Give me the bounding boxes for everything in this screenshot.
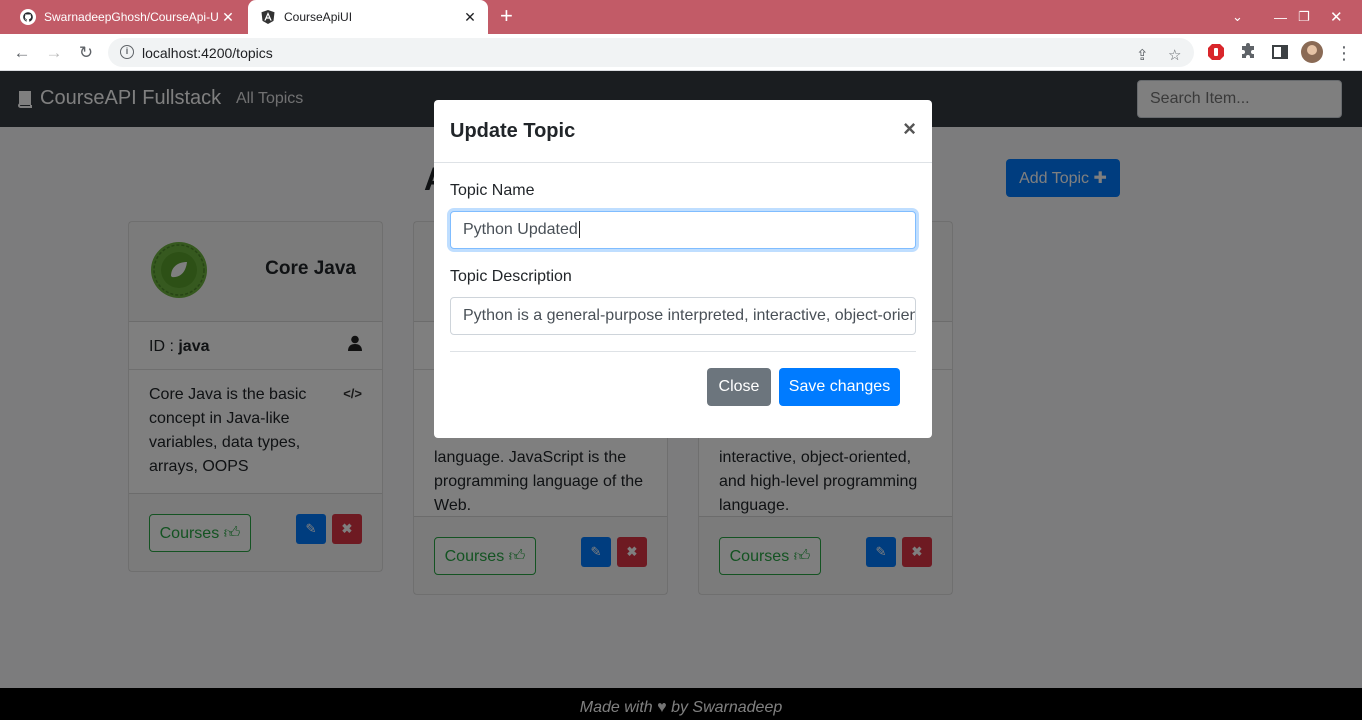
topic-name-value: Python Updated	[463, 221, 578, 238]
address-bar: ← → ↻ i localhost:4200/topics ⇪ ☆ ⋮	[0, 34, 1362, 71]
update-topic-modal: Update Topic × Topic Name Python Updated…	[434, 100, 932, 438]
new-tab-icon[interactable]: +	[500, 5, 513, 27]
modal-title: Update Topic	[450, 120, 576, 142]
profile-avatar[interactable]	[1301, 41, 1323, 63]
url-field[interactable]: i localhost:4200/topics ⇪ ☆	[108, 38, 1194, 67]
close-tab-icon[interactable]: ✕	[460, 9, 480, 26]
back-icon[interactable]: ←	[11, 42, 33, 64]
github-icon	[20, 9, 36, 25]
tab-title: CourseApiUI	[284, 10, 353, 24]
share-icon[interactable]: ⇪	[1136, 46, 1149, 64]
tab-search-icon[interactable]: ⌄	[1232, 0, 1243, 34]
site-info-icon[interactable]: i	[120, 45, 134, 59]
modal-close-icon[interactable]: ×	[903, 118, 916, 140]
url-text: localhost:4200/topics	[142, 45, 273, 61]
browser-tabbar: SwarnadeepGhosh/CourseApi-UI ✕ CourseApi…	[0, 0, 1362, 34]
extensions-puzzle-icon[interactable]	[1238, 42, 1258, 62]
side-panel-icon[interactable]	[1270, 42, 1290, 62]
topic-name-input[interactable]: Python Updated	[450, 211, 916, 249]
browser-menu-icon[interactable]: ⋮	[1333, 42, 1355, 64]
topic-description-value: Python is a general-purpose interpreted,…	[463, 307, 916, 324]
bookmark-star-icon[interactable]: ☆	[1168, 46, 1181, 64]
close-window-icon[interactable]: ✕	[1330, 0, 1343, 34]
topic-name-label: Topic Name	[450, 182, 535, 199]
text-cursor	[578, 221, 580, 238]
topic-description-label: Topic Description	[450, 268, 572, 285]
reload-icon[interactable]: ↻	[75, 42, 97, 64]
adblock-extension-icon[interactable]	[1206, 42, 1226, 62]
modal-header: Update Topic ×	[434, 100, 932, 163]
save-changes-button[interactable]: Save changes	[779, 368, 900, 406]
restore-icon[interactable]: ❐	[1298, 0, 1310, 34]
tab-title: SwarnadeepGhosh/CourseApi-UI	[44, 10, 218, 24]
browser-tab-courseapiui[interactable]: CourseApiUI ✕	[248, 0, 488, 34]
close-button[interactable]: Close	[707, 368, 771, 406]
close-tab-icon[interactable]: ✕	[218, 9, 238, 26]
angular-icon	[261, 10, 275, 24]
forward-icon[interactable]: →	[43, 42, 65, 64]
modal-divider	[450, 351, 916, 352]
browser-tab-github[interactable]: SwarnadeepGhosh/CourseApi-UI ✕	[8, 0, 246, 34]
topic-description-input[interactable]: Python is a general-purpose interpreted,…	[450, 297, 916, 335]
minimize-icon[interactable]: —	[1274, 0, 1287, 34]
